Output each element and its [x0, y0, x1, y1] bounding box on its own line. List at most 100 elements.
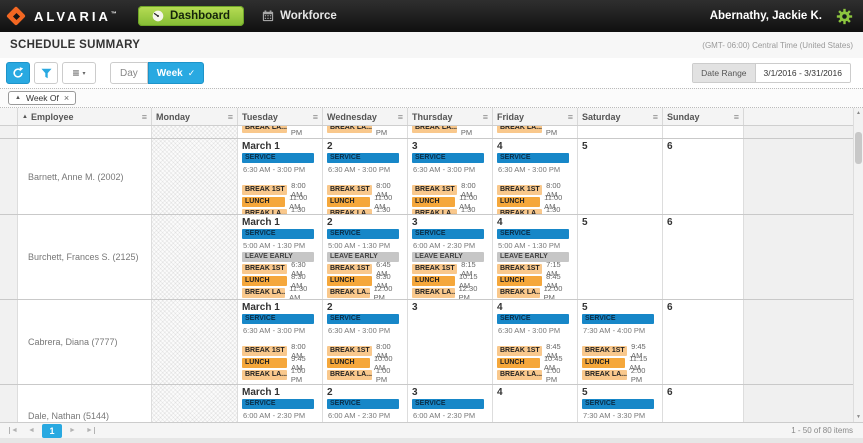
column-menu-icon[interactable]: ≡	[483, 112, 488, 122]
service-time: 5:00 AM - 1:30 PM	[243, 241, 306, 251]
entry-chip: BREAK LA...	[242, 126, 287, 134]
day-cell[interactable]	[152, 385, 238, 422]
day-cell[interactable]: 6	[663, 139, 744, 214]
day-cell[interactable]	[152, 215, 238, 299]
service-chip: SERVICE	[497, 153, 569, 164]
next-page-button[interactable]: ►	[65, 424, 80, 437]
group-chip-week-of[interactable]: ▲ Week Of ×	[8, 91, 77, 105]
close-icon[interactable]: ×	[64, 93, 69, 103]
vertical-scrollbar[interactable]: ▲ ▼	[853, 108, 863, 422]
column-menu-icon[interactable]: ≡	[228, 112, 233, 122]
tab-dashboard[interactable]: Dashboard	[138, 6, 245, 26]
day-cell[interactable]	[663, 126, 744, 138]
column-header-friday[interactable]: Friday ≡	[493, 108, 578, 125]
user-area: Abernathy, Jackie K.	[710, 8, 853, 25]
day-cell[interactable]: 3 SERVICE 6:30 AM - 3:00 PM BREAK 1ST 8:00 A…	[408, 139, 493, 214]
column-menu-icon[interactable]: ≡	[734, 112, 739, 122]
day-cell[interactable]: March 1 SERVICE 6:30 AM - 3:00 PM BREAK 1ST…	[238, 139, 323, 214]
filter-button[interactable]	[34, 62, 58, 84]
day-cell[interactable]: BREAK LA...3:00 PM	[323, 126, 408, 138]
column-header-employee[interactable]: ▲ Employee ≡	[18, 108, 152, 125]
day-cell[interactable]: BREAK LA...3:00 PM	[408, 126, 493, 138]
day-cell[interactable]: 4 SERVICE 6:30 AM - 3:00 PM BREAK 1ST 8:00 A…	[493, 139, 578, 214]
column-menu-icon[interactable]: ≡	[568, 112, 573, 122]
column-menu-icon[interactable]: ≡	[313, 112, 318, 122]
view-options-button[interactable]: ≡ ▾	[62, 62, 96, 84]
day-cell[interactable]: 2 SERVICE 6:30 AM - 3:00 PM BREAK 1ST 8:00 A…	[323, 300, 408, 384]
service-time: 6:30 AM - 3:00 PM	[328, 165, 391, 175]
employee-cell[interactable]: Dale, Nathan (5144)	[18, 385, 152, 422]
prev-page-button[interactable]: ◄	[24, 424, 39, 437]
settings-gear-icon[interactable]	[836, 8, 853, 25]
day-cell[interactable]: March 1 SERVICE 6:30 AM - 3:00 PM BREAK 1ST…	[238, 300, 323, 384]
day-cell[interactable]: 6	[663, 385, 744, 422]
day-cell[interactable]: 2 SERVICE 5:00 AM - 1:30 PM LEAVE EARLY BREA…	[323, 215, 408, 299]
schedule-entry: BREAK LA...3:00 PM	[242, 126, 318, 137]
refresh-button[interactable]	[6, 62, 30, 84]
group-chip-label: Week Of	[25, 93, 59, 103]
day-cell[interactable]: 3	[408, 300, 493, 384]
employee-cell[interactable]: Barnett, Anne M. (2002)	[18, 139, 152, 214]
day-cell[interactable]: 4 SERVICE 6:30 AM - 3:00 PM BREAK 1ST 8:45 A…	[493, 300, 578, 384]
workforce-calendar-icon	[262, 10, 274, 22]
column-menu-icon[interactable]: ≡	[398, 112, 403, 122]
day-toggle-button[interactable]: Day	[110, 62, 148, 84]
column-header-thursday[interactable]: Thursday ≡	[408, 108, 493, 125]
page-1-button[interactable]: 1	[42, 423, 62, 438]
entry-chip: LUNCH	[242, 276, 288, 287]
tab-workforce[interactable]: Workforce	[262, 10, 337, 22]
day-cell[interactable]	[152, 139, 238, 214]
day-cell[interactable]: March 1 SERVICE 6:00 AM - 2:30 PM	[238, 385, 323, 422]
entry-chip: LUNCH	[497, 276, 543, 287]
day-cell[interactable]: BREAK LA...3:00 PM	[238, 126, 323, 138]
column-menu-icon[interactable]: ≡	[142, 112, 147, 122]
day-cell[interactable]: 5	[578, 139, 663, 214]
day-label: 4	[497, 302, 503, 313]
scroll-down-icon[interactable]: ▼	[854, 414, 863, 420]
day-cell[interactable]: March 1 SERVICE 5:00 AM - 1:30 PM LEAVE EAR…	[238, 215, 323, 299]
day-label: 2	[327, 141, 333, 152]
day-cell[interactable]: 5 SERVICE 7:30 AM - 3:30 PM	[578, 385, 663, 422]
entry-chip: LUNCH	[327, 276, 373, 287]
day-cell[interactable]: 3 SERVICE 6:00 AM - 2:30 PM	[408, 385, 493, 422]
first-page-button[interactable]: ◄	[6, 424, 21, 437]
date-range-control[interactable]: Date Range 3/1/2016 - 3/31/2016	[692, 63, 851, 83]
entry-list: BREAK 1ST 8:00 AM LUNCH 10:00 AM BREAK LA...…	[327, 342, 403, 384]
column-menu-icon[interactable]: ≡	[653, 112, 658, 122]
entry-chip: BREAK LA...	[412, 209, 457, 214]
employee-cell[interactable]	[18, 126, 152, 138]
day-cell[interactable]: BREAK LA...3:00 PM	[493, 126, 578, 138]
column-header-monday[interactable]: Monday ≡	[152, 108, 238, 125]
employee-cell[interactable]: Cabrera, Diana (7777)	[18, 300, 152, 384]
day-cell[interactable]: 6	[663, 300, 744, 384]
column-label: Thursday	[412, 111, 453, 122]
day-cell[interactable]	[578, 126, 663, 138]
week-toggle-button[interactable]: Week ✓	[147, 62, 205, 84]
day-cell[interactable]: 5 SERVICE 7:30 AM - 4:00 PM BREAK 1ST 9:45 A…	[578, 300, 663, 384]
column-header-wednesday[interactable]: Wednesday ≡	[323, 108, 408, 125]
entry-list: BREAK LA...3:00 PM	[327, 126, 403, 137]
day-cell[interactable]: 3 SERVICE 6:00 AM - 2:30 PM LEAVE EARLY BREA…	[408, 215, 493, 299]
entry-list: BREAK 1ST 8:00 AM LUNCH 11:00 AM BREAK LA...…	[242, 181, 318, 214]
column-header-tuesday[interactable]: Tuesday ≡	[238, 108, 323, 125]
last-page-button[interactable]: ►	[83, 424, 98, 437]
schedule-entry: BREAK LA... 11:30 AM	[242, 284, 318, 299]
day-cell[interactable]: 2 SERVICE 6:00 AM - 2:30 PM	[323, 385, 408, 422]
day-cell[interactable]: 4	[493, 385, 578, 422]
check-icon: ✓	[187, 67, 196, 78]
column-header-sunday[interactable]: Sunday ≡	[663, 108, 744, 125]
day-label: 3	[412, 302, 418, 313]
day-cell[interactable]	[152, 300, 238, 384]
day-cell[interactable]	[152, 126, 238, 138]
scrollbar-thumb[interactable]	[855, 132, 862, 164]
scroll-up-icon[interactable]: ▲	[854, 110, 863, 116]
employee-cell[interactable]: Burchett, Frances S. (2125)	[18, 215, 152, 299]
day-cell[interactable]: 5	[578, 215, 663, 299]
day-cell[interactable]: 4 SERVICE 5:00 AM - 1:30 PM LEAVE EARLY BREA…	[493, 215, 578, 299]
column-header-saturday[interactable]: Saturday ≡	[578, 108, 663, 125]
entry-list: BREAK LA...3:00 PM	[497, 126, 573, 137]
day-cell[interactable]: 2 SERVICE 6:30 AM - 3:00 PM BREAK 1ST 8:00 A…	[323, 139, 408, 214]
employee-name: Dale, Nathan (5144)	[28, 411, 110, 421]
entry-time: 12:30 PM	[458, 284, 478, 299]
day-cell[interactable]: 6	[663, 215, 744, 299]
